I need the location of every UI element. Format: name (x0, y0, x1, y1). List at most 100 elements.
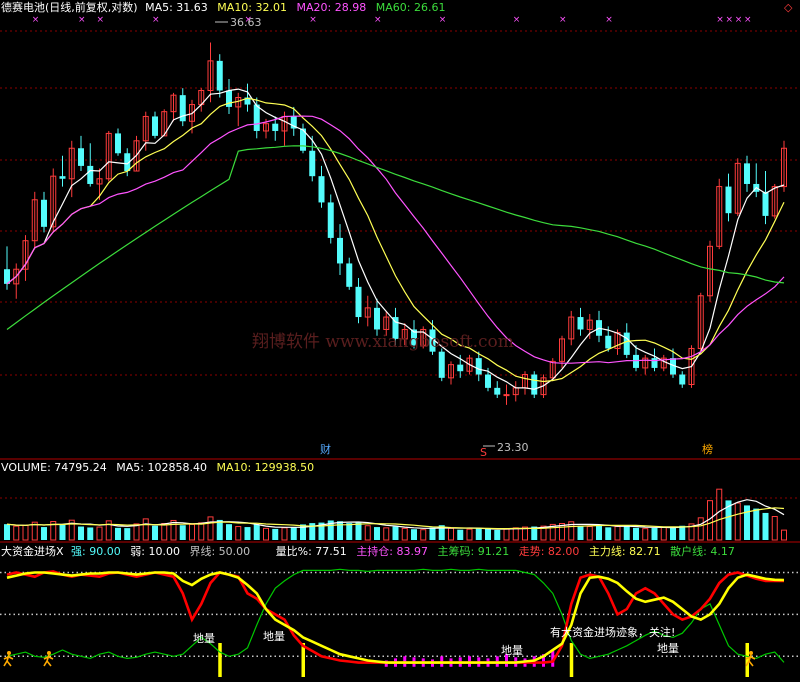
volume-bar (771, 516, 778, 541)
candle-body (374, 307, 380, 330)
low-volume-marker (569, 643, 574, 677)
volume-bar (272, 528, 279, 540)
volume-bar (744, 505, 750, 540)
volume-bar (364, 525, 371, 541)
volume-bar (161, 523, 168, 541)
volume-bar (503, 528, 510, 541)
candle-body (605, 335, 612, 349)
candle-body (59, 176, 66, 179)
signal-mark: × (744, 15, 752, 25)
volume-panel (4, 488, 787, 541)
volume-bar (4, 524, 10, 540)
volume-bar (170, 519, 177, 541)
indicator-header: 大资金进场X 强: 90.00 弱: 10.00 界线: 50.00 量比%: … (1, 544, 735, 558)
volume-bar (623, 525, 630, 540)
volume-bar (290, 527, 297, 540)
candle-body (725, 186, 732, 214)
volume-bar (716, 488, 723, 541)
volume-bar (337, 521, 343, 540)
low-volume-label-2: 地量 (263, 630, 285, 643)
finance-badge[interactable]: 财 (320, 442, 331, 456)
volume-readout: VOLUME: 74795.24 (1, 461, 107, 474)
candle-body (438, 351, 445, 378)
volume-bar (13, 525, 20, 541)
high-price-label: 36.63 (230, 16, 262, 29)
volume-bar (614, 526, 621, 541)
signal-mark: × (605, 15, 613, 25)
volume-bar (734, 502, 741, 541)
volume-bar (253, 524, 260, 540)
volume-bar (420, 529, 427, 541)
volume-bar (448, 527, 454, 541)
low-volume-label-4: 地量 (657, 642, 679, 655)
s-badge[interactable]: S (480, 446, 487, 459)
strong-readout: 强: 90.00 (71, 545, 121, 558)
volume-bar (346, 523, 353, 540)
volume-bar (411, 529, 417, 540)
volume-bar (207, 516, 214, 541)
running-man-icon (43, 651, 54, 667)
volume-bar (87, 527, 94, 540)
stock-title: 德赛电池(日线,前复权,对数) (1, 0, 138, 14)
retail-line-readout: 散户线: 4.17 (670, 544, 735, 558)
candle-body (494, 387, 501, 395)
capital-inflow-note: 有大资金进场迹象，关注! (550, 625, 675, 639)
volume-bar (383, 527, 390, 541)
candle-body (503, 394, 510, 397)
low-volume-label-1: 地量 (193, 632, 215, 645)
stock-chart: × × × × × × × × × × × × × × × 翔博软件 www.xiangbosoft.com… (0, 0, 800, 677)
signal-mark: × (78, 15, 86, 25)
volume-bar (429, 527, 436, 540)
candle-body (651, 358, 658, 368)
candle-body (485, 374, 491, 388)
rank-badge[interactable]: 榜 (702, 442, 713, 456)
candle-body (216, 60, 223, 91)
trend-readout: 走势: 82.00 (519, 545, 580, 558)
candle-body (346, 263, 353, 287)
volume-bar (577, 525, 584, 540)
candle-body (337, 237, 343, 264)
candle-body (41, 199, 47, 227)
signal-mark: × (726, 15, 734, 25)
signal-mark: × (32, 15, 40, 25)
low-volume-marker (745, 643, 749, 677)
volume-bar (605, 527, 612, 540)
volume-bar (512, 527, 519, 541)
volume-bar (485, 528, 491, 540)
volume-bar (762, 512, 769, 540)
indicator-name: 大资金进场X (1, 544, 64, 558)
candle-body (78, 148, 84, 166)
volume-bar (226, 524, 232, 540)
candle-body (318, 176, 325, 203)
volume-ratio-readout: 量比%: 77.51 (276, 545, 347, 558)
volume-bar (189, 523, 195, 541)
volume-bar (152, 525, 158, 540)
volume-bar (781, 529, 787, 541)
candle-body (744, 163, 750, 184)
volume-bar (179, 525, 186, 540)
candle-body (762, 191, 769, 216)
volume-bar (401, 527, 408, 541)
candle-body (272, 123, 279, 131)
low-volume-marker (218, 643, 222, 677)
main-hold-readout: 主持仓: 83.97 (356, 544, 428, 558)
volume-bar (642, 528, 649, 541)
volume-bar (374, 527, 380, 540)
diamond-icon[interactable]: ◇ (784, 1, 793, 14)
volume-bar (96, 526, 103, 541)
main-chip-readout: 主筹码: 91.21 (438, 544, 510, 558)
signal-mark: × (716, 15, 724, 25)
indicator-panel (0, 568, 800, 677)
watermark: 翔博软件 www.xiangbosoft.com (252, 332, 514, 352)
low-volume-label-3: 地量 (501, 644, 523, 657)
volume-header: VOLUME: 74795.24 MA5: 102858.40 MA10: 12… (1, 461, 314, 474)
low-price-label: 23.30 (497, 441, 529, 454)
volume-bar (494, 529, 501, 540)
boundary-readout: 界线: 50.00 (189, 544, 250, 558)
signal-mark: × (374, 15, 382, 25)
candle-body (87, 165, 94, 184)
volume-bar (263, 527, 269, 541)
volume-bar (355, 522, 362, 540)
ma5-readout: MA5: 31.63 (145, 1, 208, 14)
candle-body (623, 332, 630, 355)
